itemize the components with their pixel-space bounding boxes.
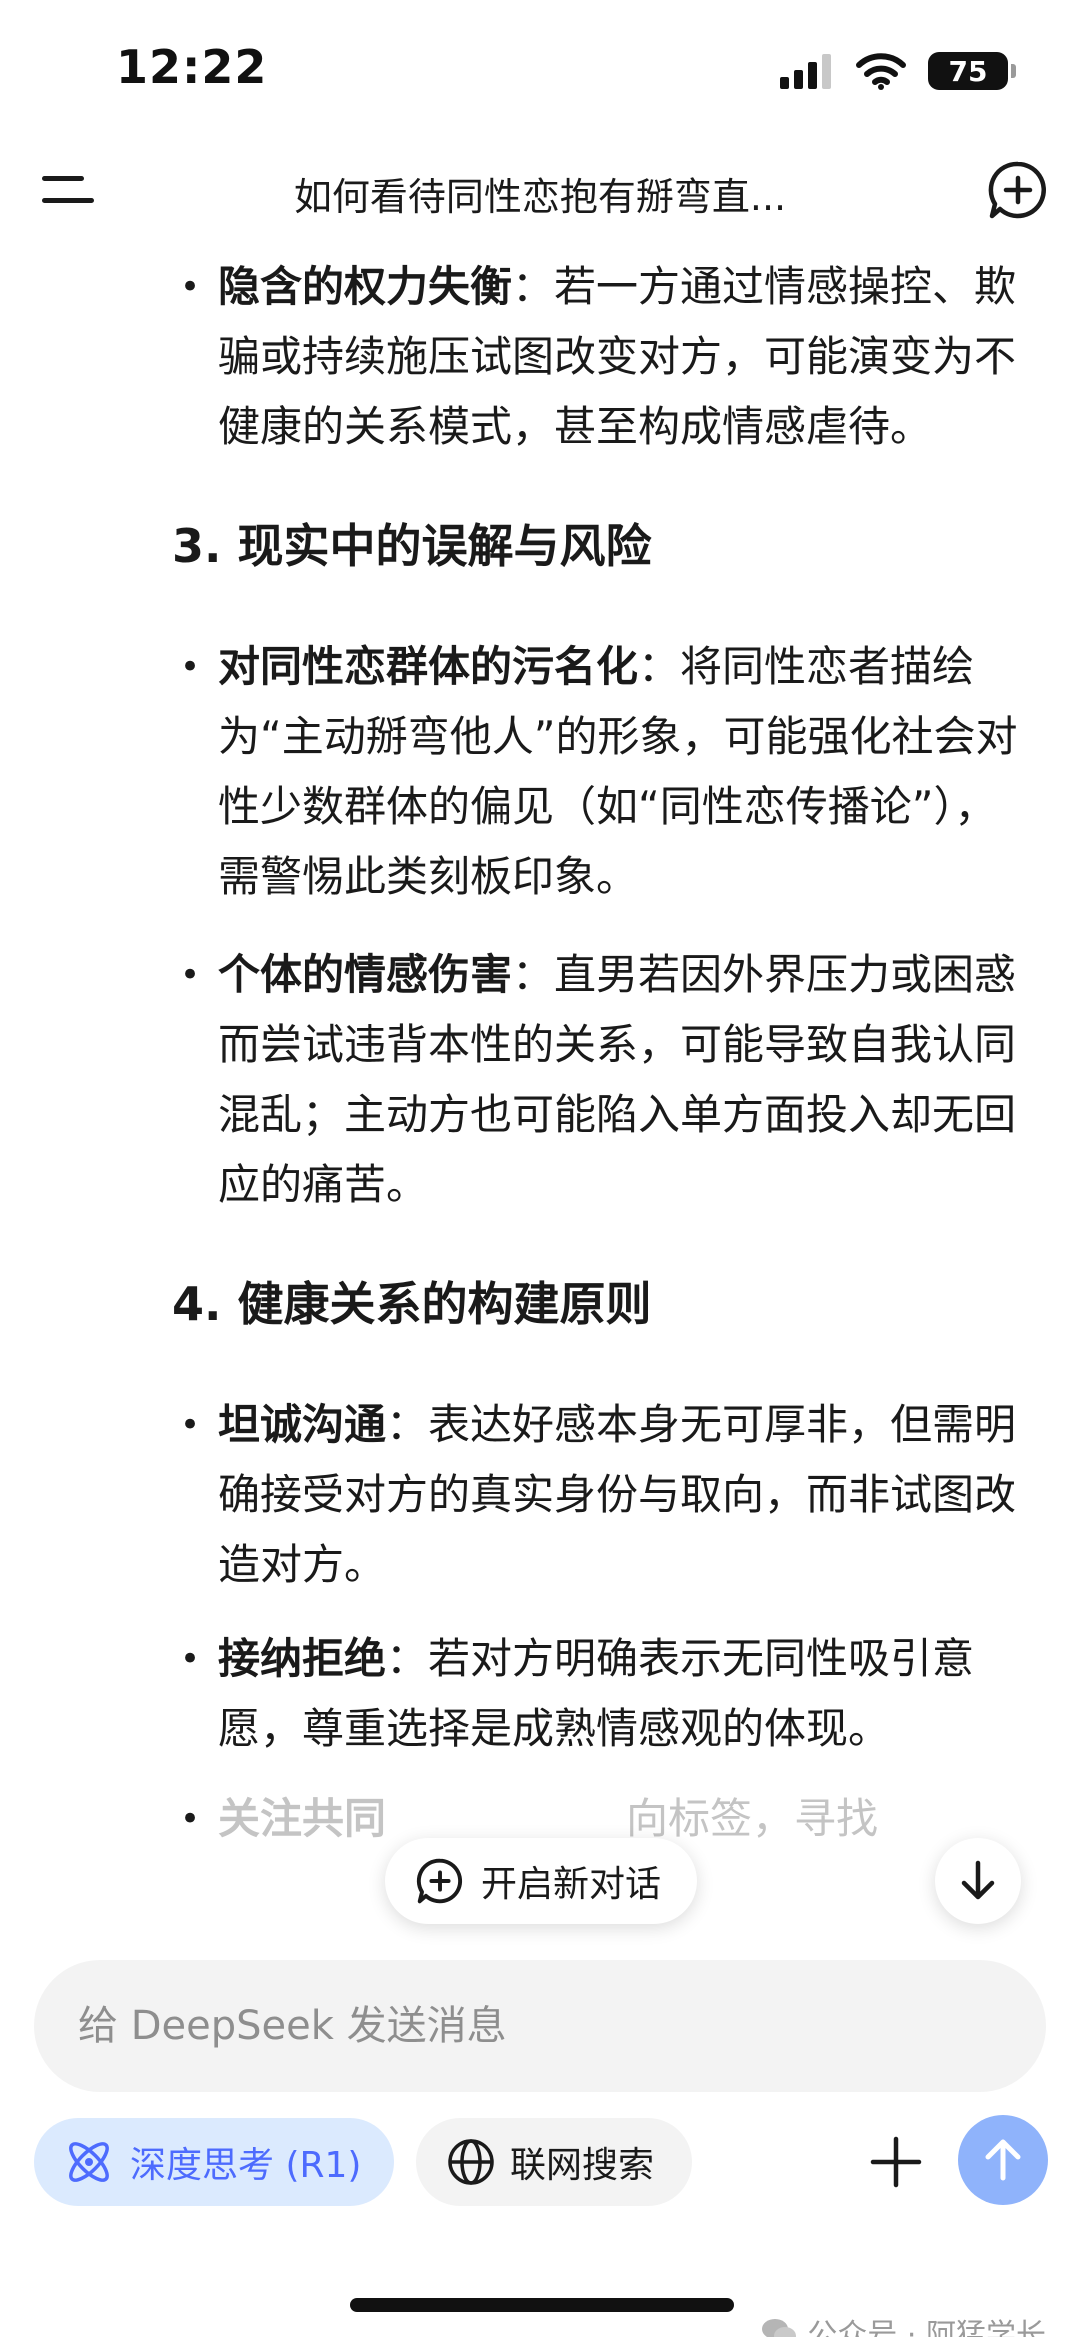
message-input[interactable] bbox=[34, 1960, 1046, 2092]
watermark: 公众号 · 阿猛学长 bbox=[761, 2310, 1046, 2337]
list-item-title: 隐含的权力失衡 bbox=[218, 262, 513, 311]
app-screen: 12:22 75 如何看待同性恋抱有掰弯直... • 隐含的权力失衡：若一方通过… bbox=[0, 0, 1080, 2337]
home-indicator bbox=[350, 2298, 734, 2312]
list-item-title: 坦诚沟通 bbox=[218, 1400, 387, 1449]
plus-icon bbox=[870, 2136, 922, 2188]
list-item: 隐含的权力失衡：若一方通过情感操控、欺骗或持续施压试图改变对方，可能演变为不健康… bbox=[0, 252, 1080, 462]
list-item: 接纳拒绝：若对方明确表示无同性吸引意愿，尊重选择是成熟情感观的体现。 bbox=[0, 1624, 1080, 1764]
list-item-title: 对同性恋群体的污名化 bbox=[218, 642, 639, 691]
battery-icon: 75 bbox=[928, 52, 1016, 90]
deep-think-button[interactable]: 深度思考 (R1) bbox=[34, 2118, 394, 2206]
section-heading: 4. 健康关系的构建原则 bbox=[172, 1277, 652, 1331]
arrow-down-icon bbox=[961, 1860, 995, 1900]
wechat-icon bbox=[762, 2319, 797, 2337]
deep-think-label: 深度思考 (R1) bbox=[130, 2145, 362, 2186]
chat-plus-icon bbox=[416, 1858, 463, 1904]
atom-icon bbox=[69, 2142, 109, 2182]
menu-icon[interactable] bbox=[40, 168, 96, 212]
watermark-text: 公众号 · 阿猛学长 bbox=[807, 2318, 1046, 2337]
list-item: 对同性恋群体的污名化：将同性恋者描绘为“主动掰弯他人”的形象，可能强化社会对性少… bbox=[0, 632, 1080, 912]
send-button[interactable] bbox=[958, 2115, 1048, 2205]
section-heading: 3. 现实中的误解与风险 bbox=[172, 519, 652, 573]
battery-level: 75 bbox=[948, 54, 988, 88]
list-item-title: 接纳拒绝 bbox=[218, 1634, 387, 1683]
list-item: 坦诚沟通：表达好感本身无可厚非，但需明确接受对方的真实身份与取向，而非试图改造对… bbox=[0, 1390, 1080, 1600]
list-item-title: 关注共同 bbox=[218, 1794, 387, 1843]
web-search-label: 联网搜索 bbox=[510, 2145, 655, 2186]
attach-button[interactable] bbox=[862, 2128, 930, 2196]
page-title: 如何看待同性恋抱有掰弯直... bbox=[293, 175, 787, 219]
list-item-title: 个体的情感伤害 bbox=[218, 950, 513, 999]
chat-content: 隐含的权力失衡：若一方通过情感操控、欺骗或持续施压试图改变对方，可能演变为不健康… bbox=[0, 240, 1080, 1930]
status-bar: 12:22 75 bbox=[0, 0, 1080, 140]
status-time: 12:22 bbox=[116, 40, 268, 94]
list-item-text: 向标签，寻找 bbox=[626, 1794, 879, 1843]
arrow-up-icon bbox=[985, 2139, 1021, 2181]
web-search-button[interactable]: 联网搜索 bbox=[416, 2118, 692, 2206]
globe-icon bbox=[448, 2139, 494, 2185]
new-chat-label: 开启新对话 bbox=[481, 1864, 662, 1905]
new-chat-button[interactable]: 开启新对话 bbox=[385, 1838, 698, 1924]
wifi-icon bbox=[856, 53, 906, 90]
status-icons: 75 bbox=[780, 52, 1016, 90]
scroll-down-button[interactable] bbox=[935, 1838, 1021, 1924]
list-item: 个体的情感伤害：直男若因外界压力或困惑而尝试违背本性的关系，可能导致自我认同混乱… bbox=[0, 940, 1080, 1220]
nav-header: 如何看待同性恋抱有掰弯直... bbox=[0, 140, 1080, 240]
new-chat-icon[interactable] bbox=[986, 158, 1050, 222]
signal-icon bbox=[780, 54, 831, 89]
